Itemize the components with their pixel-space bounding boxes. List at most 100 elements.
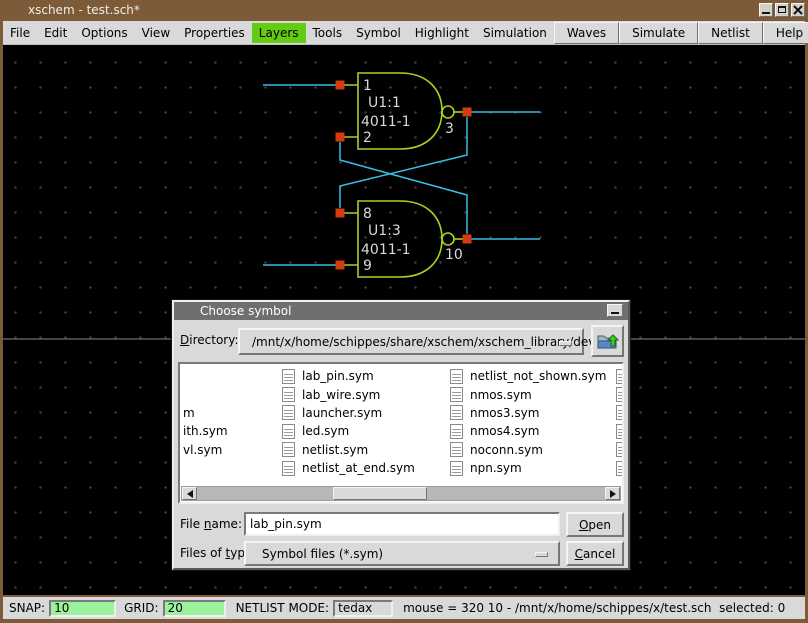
file-icon bbox=[616, 369, 624, 384]
nand-gate-u1-1[interactable]: 1 U1:1 4011-1 2 3 bbox=[336, 73, 472, 149]
file-item[interactable]: npn.sym bbox=[450, 459, 606, 477]
file-icon bbox=[450, 442, 463, 457]
file-icon bbox=[616, 405, 624, 420]
window-titlebar[interactable]: xschem - test.sch* bbox=[0, 0, 808, 21]
file-item[interactable] bbox=[616, 404, 624, 422]
nand-gate-u1-3[interactable]: 8 U1:3 4011-1 9 10 bbox=[336, 201, 472, 277]
gate-ref: U1:3 bbox=[368, 223, 401, 239]
window-minimize-button[interactable] bbox=[759, 3, 773, 17]
file-item[interactable] bbox=[183, 385, 228, 403]
snap-input[interactable]: 10 bbox=[49, 600, 116, 617]
cancel-button[interactable]: Cancel bbox=[566, 541, 624, 566]
file-icon bbox=[616, 461, 624, 476]
file-item[interactable] bbox=[616, 367, 624, 385]
file-item[interactable] bbox=[183, 367, 228, 385]
pin-marker bbox=[336, 81, 345, 90]
gate-ref: U1:1 bbox=[368, 95, 401, 111]
file-item[interactable] bbox=[616, 459, 624, 477]
grid-input[interactable]: 20 bbox=[163, 600, 226, 617]
file-icon bbox=[616, 387, 624, 402]
choose-symbol-dialog: Choose symbol Directory: /mnt/x/home/sch… bbox=[172, 300, 630, 570]
file-name-input[interactable]: lab_pin.sym bbox=[244, 512, 560, 536]
menu-view[interactable]: View bbox=[135, 23, 177, 43]
menu-layers[interactable]: Layers bbox=[252, 23, 306, 43]
menu-options[interactable]: Options bbox=[74, 23, 134, 43]
pin-number: 9 bbox=[363, 258, 372, 274]
scroll-left-icon bbox=[187, 490, 193, 498]
waves-button[interactable]: Waves bbox=[554, 22, 619, 44]
scroll-right-button[interactable] bbox=[605, 487, 620, 500]
file-icon bbox=[282, 461, 295, 476]
scroll-right-icon bbox=[610, 490, 616, 498]
file-column-truncated: m ith.sym vl.sym bbox=[183, 367, 228, 477]
file-item[interactable]: m bbox=[183, 404, 228, 422]
window-maximize-button[interactable] bbox=[775, 3, 789, 17]
file-name-label: File name: bbox=[180, 517, 242, 531]
netlist-button[interactable]: Netlist bbox=[698, 22, 763, 44]
grid-label: GRID: bbox=[124, 601, 158, 615]
dialog-minimize-button[interactable] bbox=[607, 304, 623, 317]
horizontal-scrollbar[interactable] bbox=[181, 486, 621, 501]
pin-marker bbox=[463, 108, 472, 117]
file-icon bbox=[450, 369, 463, 384]
file-column-1: lab_pin.sym lab_wire.sym launcher.sym le… bbox=[282, 367, 415, 477]
directory-dropdown[interactable]: /mnt/x/home/schippes/share/xschem/xschem… bbox=[238, 328, 584, 355]
file-item[interactable]: noconn.sym bbox=[450, 441, 606, 459]
menu-highlight[interactable]: Highlight bbox=[408, 23, 476, 43]
file-item[interactable] bbox=[616, 422, 624, 440]
file-item[interactable] bbox=[616, 441, 624, 459]
file-item[interactable]: lab_wire.sym bbox=[282, 385, 415, 403]
menu-properties[interactable]: Properties bbox=[177, 23, 252, 43]
pin-number: 8 bbox=[363, 206, 372, 222]
scrollbar-thumb[interactable] bbox=[333, 487, 427, 500]
scroll-left-button[interactable] bbox=[182, 487, 197, 500]
help-button[interactable]: Help bbox=[763, 22, 808, 44]
pin-number: 3 bbox=[445, 121, 454, 137]
menu-file[interactable]: File bbox=[3, 23, 37, 43]
folder-up-button[interactable] bbox=[591, 325, 624, 357]
file-item[interactable]: netlist_at_end.sym bbox=[282, 459, 415, 477]
netlist-mode-input[interactable]: tedax bbox=[333, 600, 393, 617]
dropdown-dash-icon bbox=[535, 552, 548, 557]
file-item[interactable]: netlist_not_shown.sym bbox=[450, 367, 606, 385]
file-item[interactable] bbox=[183, 459, 228, 477]
file-type-dropdown[interactable]: Symbol files (*.sym) bbox=[244, 541, 560, 566]
file-icon bbox=[450, 387, 463, 402]
snap-label: SNAP: bbox=[9, 601, 45, 615]
simulate-button[interactable]: Simulate bbox=[619, 22, 698, 44]
pin-marker bbox=[336, 209, 345, 218]
window-controls bbox=[759, 3, 805, 17]
file-item[interactable]: nmos.sym bbox=[450, 385, 606, 403]
window-close-button[interactable] bbox=[791, 3, 805, 17]
gate-part: 4011-1 bbox=[361, 114, 411, 130]
menu-simulation[interactable]: Simulation bbox=[476, 23, 554, 43]
file-list[interactable]: m ith.sym vl.sym lab_pin.sym lab_wire.sy… bbox=[178, 362, 624, 504]
directory-label: Directory: bbox=[180, 333, 239, 347]
file-item[interactable]: launcher.sym bbox=[282, 404, 415, 422]
file-item[interactable]: nmos4.sym bbox=[450, 422, 606, 440]
file-column-2: netlist_not_shown.sym nmos.sym nmos3.sym… bbox=[450, 367, 606, 477]
file-icon bbox=[282, 387, 295, 402]
menu-symbol[interactable]: Symbol bbox=[349, 23, 408, 43]
open-button[interactable]: Open bbox=[566, 512, 624, 537]
file-icon bbox=[616, 442, 624, 457]
dialog-titlebar[interactable]: Choose symbol bbox=[174, 302, 628, 320]
window-title: xschem - test.sch* bbox=[28, 3, 140, 17]
status-message: mouse = 320 10 - /mnt/x/home/schippes/x/… bbox=[403, 601, 785, 615]
pin-number: 2 bbox=[363, 130, 372, 146]
menu-tools[interactable]: Tools bbox=[306, 23, 350, 43]
file-item[interactable]: ith.sym bbox=[183, 422, 228, 440]
file-icon bbox=[450, 424, 463, 439]
pin-number: 10 bbox=[445, 247, 463, 263]
dialog-title: Choose symbol bbox=[200, 304, 291, 318]
file-item[interactable]: lab_pin.sym bbox=[282, 367, 415, 385]
menu-edit[interactable]: Edit bbox=[37, 23, 74, 43]
wires[interactable] bbox=[263, 85, 540, 265]
file-item[interactable] bbox=[616, 385, 624, 403]
file-item[interactable]: led.sym bbox=[282, 422, 415, 440]
file-item[interactable]: nmos3.sym bbox=[450, 404, 606, 422]
file-item[interactable]: netlist.sym bbox=[282, 441, 415, 459]
file-type-value: Symbol files (*.sym) bbox=[262, 547, 383, 561]
pin-number: 1 bbox=[363, 78, 372, 94]
file-item[interactable]: vl.sym bbox=[183, 441, 228, 459]
